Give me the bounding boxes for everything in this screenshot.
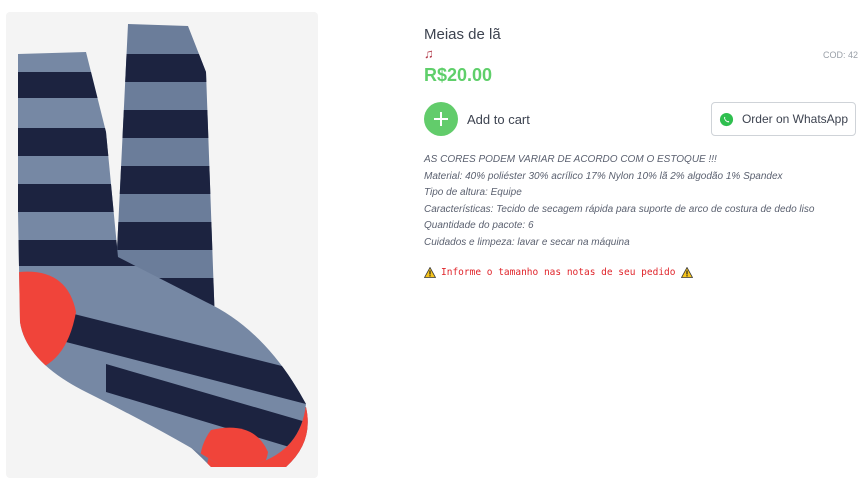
music-note-icon: ♫ xyxy=(424,46,434,61)
description-line: Cuidados e limpeza: lavar e secar na máq… xyxy=(424,236,630,248)
description-line: Tipo de altura: Equipe xyxy=(424,187,522,198)
size-notice: Informe o tamanho nas notas de seu pedid… xyxy=(424,267,693,278)
product-image xyxy=(6,12,318,478)
description-line: AS CORES PODEM VARIAR DE ACORDO COM O ES… xyxy=(424,154,717,165)
description-line: Material: 40% poliéster 30% acrílico 17%… xyxy=(424,170,783,182)
product-price: R$20.00 xyxy=(424,65,493,85)
whatsapp-label: Order on WhatsApp xyxy=(741,112,849,126)
description-line: Características: Tecido de secagem rápid… xyxy=(424,203,815,215)
notice-text: Informe o tamanho nas notas de seu pedid… xyxy=(441,267,676,278)
plus-icon[interactable] xyxy=(424,102,458,136)
whatsapp-icon xyxy=(719,112,734,127)
order-whatsapp-button[interactable]: Order on WhatsApp xyxy=(711,102,856,136)
product-code: COD: 42 xyxy=(822,50,858,60)
product-description: AS CORES PODEM VARIAR DE ACORDO COM O ES… xyxy=(424,152,814,251)
description-line: Quantidade do pacote: 6 xyxy=(424,220,534,231)
add-to-cart-button[interactable]: Add to cart xyxy=(424,102,530,136)
warning-icon xyxy=(424,267,436,278)
add-to-cart-label: Add to cart xyxy=(467,111,530,127)
product-title: Meias de lã xyxy=(424,26,501,43)
warning-icon xyxy=(680,267,693,278)
